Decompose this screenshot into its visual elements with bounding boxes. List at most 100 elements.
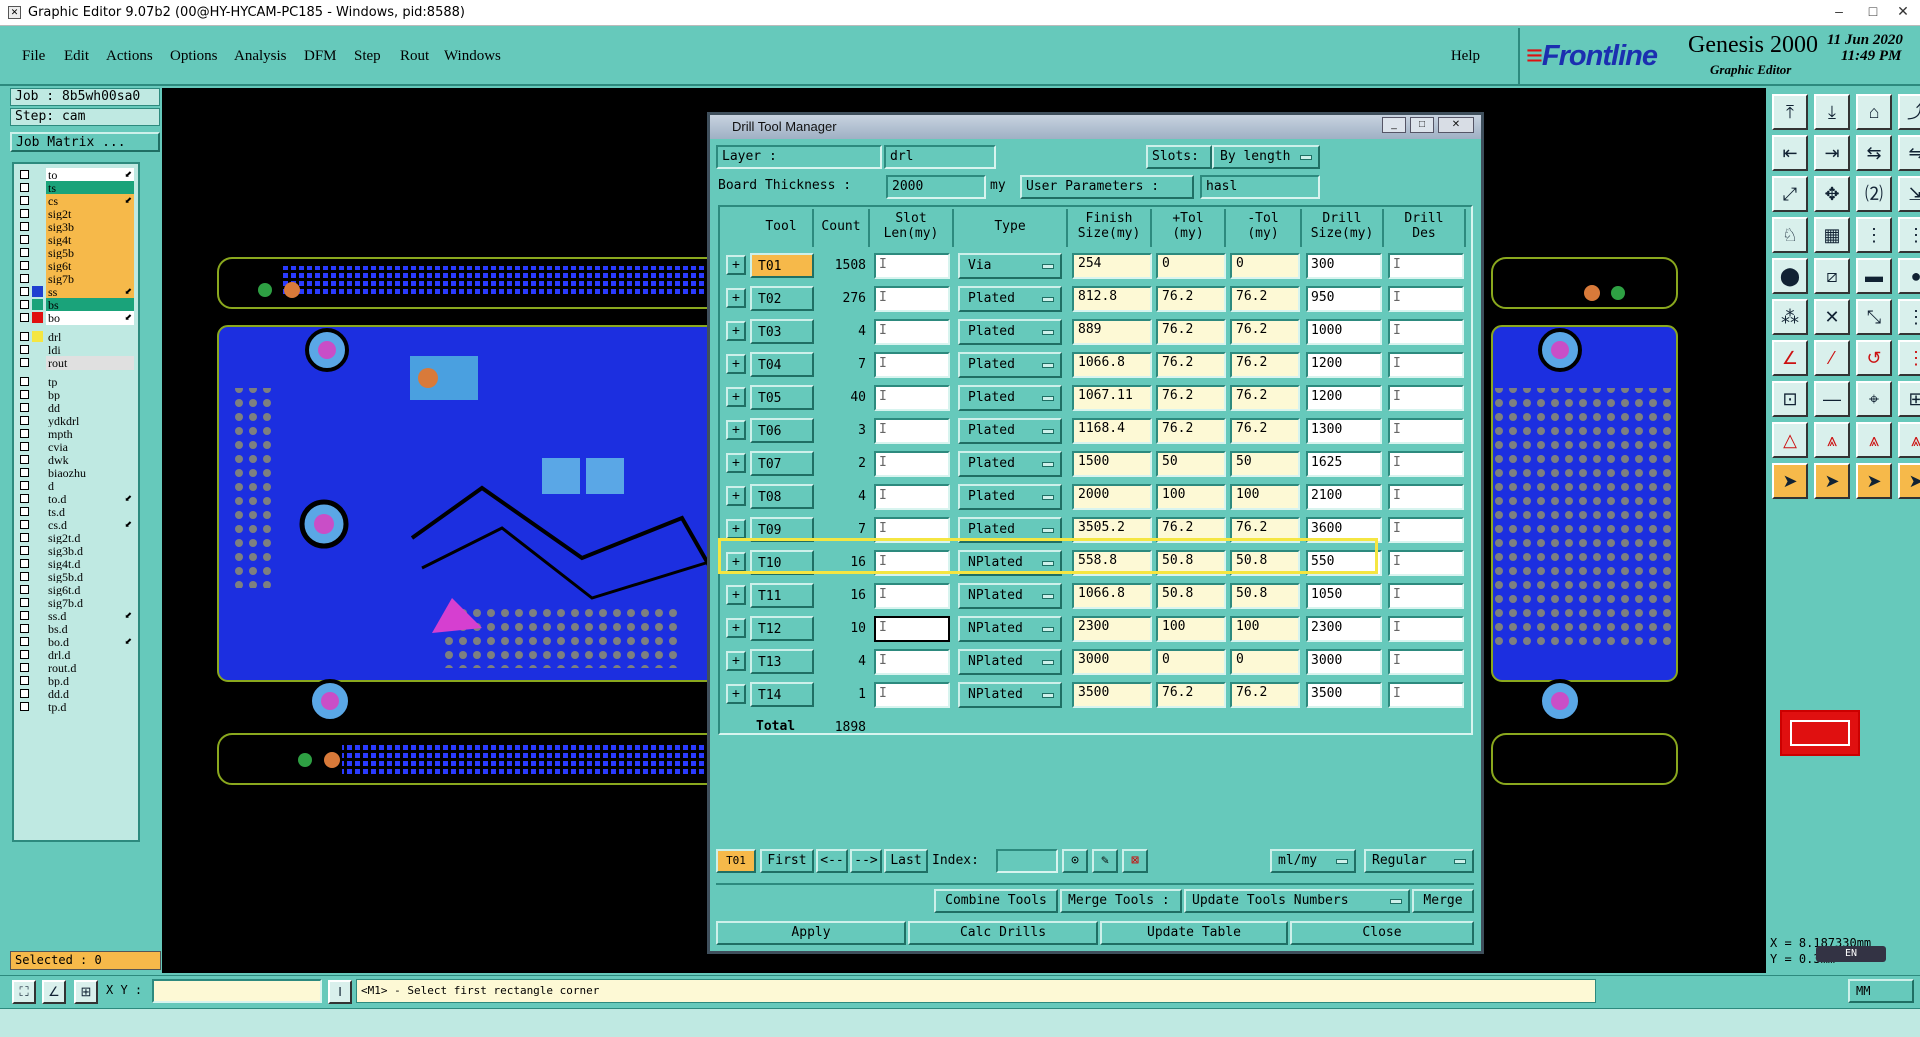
type-dropdown[interactable]: Plated	[958, 319, 1062, 345]
type-dropdown[interactable]: Plated	[958, 385, 1062, 411]
plus-tol-field[interactable]: 50	[1156, 451, 1226, 477]
finish-size-field[interactable]: 889	[1072, 319, 1152, 345]
layer-name[interactable]: sig7b	[46, 272, 134, 286]
toolbar-tool-icon[interactable]: ▦	[1814, 217, 1850, 253]
type-dropdown[interactable]: Plated	[958, 451, 1062, 477]
layer-row[interactable]: sig2t.d	[14, 531, 138, 545]
minus-tol-field[interactable]: 0	[1230, 649, 1300, 675]
menu-options[interactable]: Options	[170, 48, 218, 65]
layer-name[interactable]: bo.d	[46, 635, 134, 649]
layer-checkbox[interactable]	[20, 637, 29, 646]
layer-row[interactable]: dd	[14, 401, 138, 415]
drill-size-field[interactable]: 300	[1306, 253, 1382, 279]
layer-name[interactable]: rout	[46, 356, 134, 370]
toolbar-tool-icon[interactable]: ⩓	[1898, 422, 1920, 458]
layer-checkbox[interactable]	[20, 624, 29, 633]
layer-name[interactable]: sig4t.d	[46, 557, 134, 571]
layer-row[interactable]: bp.d	[14, 674, 138, 688]
expand-icon[interactable]: +	[726, 585, 746, 605]
layer-name[interactable]: d	[46, 479, 134, 493]
tool-cell[interactable]: T05	[750, 385, 814, 410]
update-table-button[interactable]: Update Table	[1100, 921, 1288, 945]
expand-icon[interactable]: +	[726, 519, 746, 539]
layer-row[interactable]: mpth	[14, 427, 138, 441]
layer-name[interactable]: sig4t	[46, 233, 134, 247]
layer-checkbox[interactable]	[20, 689, 29, 698]
layer-checkbox[interactable]	[20, 533, 29, 542]
layer-checkbox[interactable]	[20, 507, 29, 516]
finish-size-field[interactable]: 812.8	[1072, 286, 1152, 312]
cursor-icon[interactable]: I	[328, 980, 352, 1004]
close-button[interactable]: Close	[1290, 921, 1474, 945]
plus-tol-field[interactable]: 76.2	[1156, 418, 1226, 444]
last-button[interactable]: Last	[884, 849, 928, 873]
layer-checkbox[interactable]	[20, 546, 29, 555]
tool-cell[interactable]: T06	[750, 418, 814, 443]
layer-name[interactable]: sig3b	[46, 220, 134, 234]
layer-row[interactable]: ydkdrl	[14, 414, 138, 428]
layer-row[interactable]: tp.d	[14, 700, 138, 714]
type-dropdown[interactable]: NPlated	[958, 682, 1062, 708]
toolbar-tool-icon[interactable]: —	[1814, 381, 1850, 417]
layer-name[interactable]: sig6t.d	[46, 583, 134, 597]
unit-selector[interactable]: MM	[1848, 979, 1914, 1003]
type-dropdown[interactable]: NPlated	[958, 583, 1062, 609]
layer-row[interactable]: bs	[14, 298, 138, 312]
minus-tol-field[interactable]: 76.2	[1230, 319, 1300, 345]
mode-dropdown[interactable]: Regular	[1364, 849, 1474, 873]
toolbar-tool-icon[interactable]: ⋮	[1898, 340, 1920, 376]
finish-size-field[interactable]: 254	[1072, 253, 1152, 279]
delete-icon[interactable]: ⊠	[1122, 849, 1148, 873]
layer-checkbox[interactable]	[20, 572, 29, 581]
slot-len-field[interactable]: I	[874, 286, 950, 312]
layer-checkbox[interactable]	[20, 403, 29, 412]
toolbar-tool-icon[interactable]: ⩓	[1814, 422, 1850, 458]
layer-checkbox[interactable]	[20, 429, 29, 438]
menu-step[interactable]: Step	[354, 48, 381, 65]
expand-icon[interactable]: +	[726, 387, 746, 407]
plus-tol-field[interactable]: 0	[1156, 649, 1226, 675]
plus-tol-field[interactable]: 100	[1156, 616, 1226, 642]
layer-checkbox[interactable]	[20, 358, 29, 367]
layer-field[interactable]: drl	[884, 145, 996, 169]
layer-name[interactable]: bs.d	[46, 622, 134, 636]
layer-checkbox[interactable]	[20, 468, 29, 477]
drill-des-field[interactable]: I	[1388, 319, 1464, 345]
minus-tol-field[interactable]: 76.2	[1230, 682, 1300, 708]
layer-checkbox[interactable]	[20, 702, 29, 711]
layer-row[interactable]: bo ⬋	[14, 311, 138, 325]
plus-tol-field[interactable]: 76.2	[1156, 682, 1226, 708]
layer-row[interactable]: drl.d	[14, 648, 138, 662]
toolbar-tool-icon[interactable]: ➤	[1772, 463, 1808, 499]
menu-help[interactable]: Help	[1451, 48, 1480, 65]
expand-icon[interactable]: +	[726, 453, 746, 473]
dialog-close-icon[interactable]: ✕	[1438, 117, 1474, 133]
layer-row[interactable]: ldi	[14, 343, 138, 357]
toolbar-tool-icon[interactable]: ⇤	[1772, 135, 1808, 171]
expand-icon[interactable]: +	[726, 684, 746, 704]
layer-name[interactable]: dd.d	[46, 687, 134, 701]
plus-tol-field[interactable]: 0	[1156, 253, 1226, 279]
layer-row[interactable]: sig6t	[14, 259, 138, 273]
toolbar-tool-icon[interactable]: ⇲	[1898, 176, 1920, 212]
layer-row[interactable]: bs.d	[14, 622, 138, 636]
next-button[interactable]: -->	[850, 849, 882, 873]
layer-checkbox[interactable]	[20, 235, 29, 244]
layer-checkbox[interactable]	[20, 676, 29, 685]
finish-size-field[interactable]: 1066.8	[1072, 352, 1152, 378]
minus-tol-field[interactable]: 76.2	[1230, 418, 1300, 444]
layer-checkbox[interactable]	[20, 170, 29, 179]
layer-name[interactable]: cvia	[46, 440, 134, 454]
slot-len-field[interactable]: I	[874, 385, 950, 411]
layer-row[interactable]: bp	[14, 388, 138, 402]
layer-checkbox[interactable]	[20, 611, 29, 620]
user-params-field[interactable]: hasl	[1200, 175, 1320, 199]
plus-tol-field[interactable]: 100	[1156, 484, 1226, 510]
slot-len-field[interactable]: I	[874, 616, 950, 642]
layer-checkbox[interactable]	[20, 442, 29, 451]
layer-name[interactable]: to	[46, 168, 134, 182]
layer-row[interactable]: rout.d	[14, 661, 138, 675]
zoom-preview-box[interactable]	[1780, 710, 1860, 756]
tool-cell[interactable]: T13	[750, 649, 814, 674]
tool-cell[interactable]: T08	[750, 484, 814, 509]
